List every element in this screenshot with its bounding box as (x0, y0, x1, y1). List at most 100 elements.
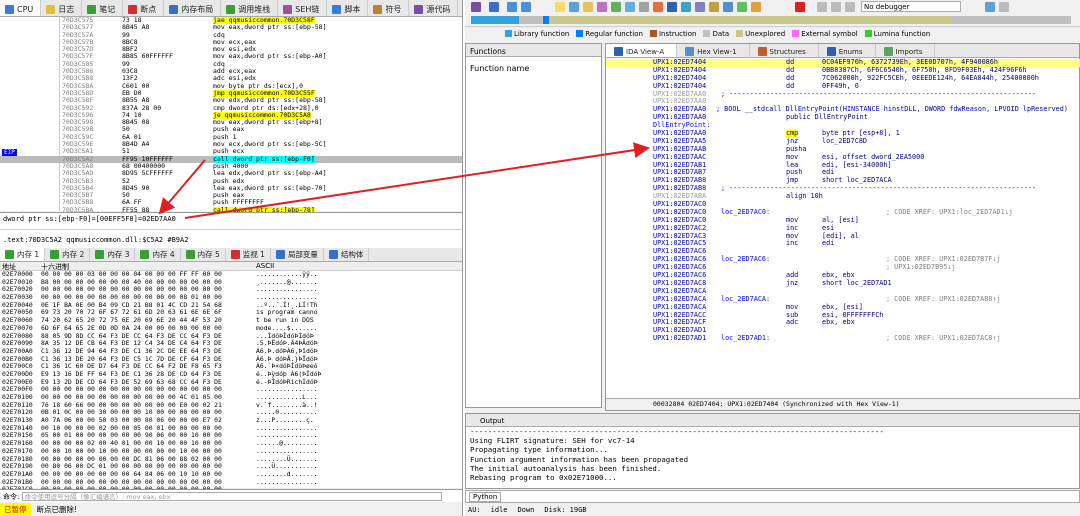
x64dbg-tab-6[interactable]: SEH链 (278, 0, 328, 16)
x64dbg-tab-1[interactable]: 日志 (41, 0, 83, 16)
tab-icon (373, 5, 383, 14)
data-icon[interactable] (569, 2, 579, 12)
ida-tab-1[interactable]: Hex View-1 (677, 44, 750, 57)
tab-label: 调用堆栈 (238, 5, 271, 14)
stack-icon[interactable] (737, 2, 747, 12)
ida-tab-2[interactable]: Structures (750, 44, 819, 57)
disassembly-listing[interactable]: UPX1:02ED7404 dd 0C04EF970h, 6372739Eh, 3E… (606, 58, 1080, 399)
open-icon[interactable] (471, 2, 481, 12)
ida-label[interactable]: loc_2ED7AC6: (721, 255, 770, 264)
dump-tab-1[interactable]: 内存 2 (45, 248, 91, 261)
dump-tab-0[interactable]: 内存 1 (0, 248, 46, 261)
tab-icon (230, 250, 240, 259)
tab-icon (140, 250, 150, 259)
debug-run-icon[interactable] (999, 2, 1009, 12)
graph-icon[interactable] (695, 2, 705, 12)
ida-tab-0[interactable]: IDA View-A (606, 44, 678, 57)
undefine-icon[interactable] (625, 2, 635, 12)
x64dbg-tab-0[interactable]: CPU (0, 0, 42, 16)
back-icon[interactable] (507, 2, 517, 12)
ida-comment: ; UPX1:02ED7B95↓j (886, 263, 956, 272)
cpu-disassembly-view[interactable]: EIP 70D3C575 73 18 jae qqmusiccommon.70D3C… (0, 16, 462, 215)
code-icon[interactable] (555, 2, 565, 12)
name-icon[interactable] (639, 2, 649, 12)
legend-item: Unexplored (736, 30, 785, 38)
tab-icon (169, 5, 179, 14)
status-bar: 已暂停 断点已删除! (0, 503, 462, 516)
string-icon[interactable] (597, 2, 607, 12)
legend-item: External symbol (792, 30, 858, 38)
output-line: Function argument information has been p… (470, 454, 689, 464)
ida-address: UPX1:02ED7AD1 (653, 334, 707, 343)
save-icon[interactable] (489, 2, 499, 12)
legend-item: Library function (505, 30, 569, 38)
python-button[interactable]: Python (469, 492, 502, 502)
dump-tab-3[interactable]: 内存 4 (135, 248, 181, 261)
dump-tab-5[interactable]: 监视 1 (226, 248, 271, 261)
x64dbg-tab-8[interactable]: 符号 (368, 0, 410, 16)
tab-label: IDA View-A (626, 47, 665, 56)
func-icon[interactable] (681, 2, 691, 12)
play-icon[interactable] (817, 2, 827, 12)
dump-tab-bar: 内存 1 内存 2 内存 3 内存 4 内存 5 监视 1 局部变量 结构体 (0, 248, 462, 262)
tab-icon (226, 5, 236, 14)
ida-label[interactable]: loc_2ED7AC0: (721, 208, 770, 217)
stop-icon[interactable] (845, 2, 855, 12)
debug-step-icon[interactable] (985, 2, 995, 12)
struct-icon[interactable] (653, 2, 663, 12)
ida-tab-3[interactable]: Enums (819, 44, 876, 57)
x64dbg-tab-7[interactable]: 脚本 (327, 0, 369, 16)
dump-tab-4[interactable]: 内存 5 (181, 248, 226, 261)
ida-line[interactable]: UPX1:02ED7AD1 loc_2ED7AD1: ; CODE XREF: UP… (606, 334, 1080, 343)
xref-icon[interactable] (709, 2, 719, 12)
patch-icon[interactable] (751, 2, 761, 12)
functions-panel: Functions Function name (465, 43, 602, 408)
tab-icon (328, 250, 338, 259)
dump-tab-7[interactable]: 结构体 (324, 248, 370, 261)
section-line: .text:70D3C5A2 qqmusiccommon.dll:$C5A2 #… (3, 236, 189, 244)
x64dbg-tab-4[interactable]: 内存布局 (164, 0, 222, 16)
text-icon[interactable] (583, 2, 593, 12)
ida-label[interactable]: loc_2ED7AD1: (721, 334, 770, 343)
legend-label: Unexplored (745, 29, 786, 38)
ida-label[interactable]: loc_2ED7ACA: (721, 295, 770, 304)
debugger-select[interactable]: No debugger (861, 1, 961, 12)
x64dbg-tab-5[interactable]: 调用堆栈 (221, 0, 279, 16)
python-bar[interactable]: Python (465, 490, 1080, 503)
x64dbg-tab-3[interactable]: 断点 (123, 0, 165, 16)
tab-label: SEH链 (295, 5, 320, 14)
x64dbg-tab-bar: CPU 日志 笔记 断点 内存布局 调用堆栈 SEH链 脚本 符号 源代码 (0, 0, 462, 17)
command-input[interactable]: 命令使用逗号分隔（像汇编语言）: mov eax, ebx (21, 492, 442, 501)
navigation-band[interactable] (471, 16, 1071, 24)
array-icon[interactable] (611, 2, 621, 12)
legend-bar: Library function Regular function Instruct… (465, 27, 1080, 40)
tab-label: 源代码 (426, 5, 451, 14)
functions-column-header[interactable]: Function name (470, 64, 529, 73)
ida-comment: ; BOOL __stdcall DllEntryPoint(HINSTANCE… (716, 105, 1068, 114)
x64dbg-tab-9[interactable]: 源代码 (409, 0, 459, 16)
legend-swatch (703, 30, 711, 37)
forward-icon[interactable] (521, 2, 531, 12)
output-line: Rebasing program to 0x02E71000... (470, 472, 617, 482)
tab-icon (414, 5, 424, 14)
tab-icon (883, 47, 893, 56)
x64dbg-tab-2[interactable]: 笔记 (82, 0, 124, 16)
tab-label: 内存 1 (17, 250, 40, 259)
memory-dump-view[interactable]: 地址 十六进制 ASCII 02E70000 00 00 00 00 03 00 … (0, 262, 462, 501)
dump-tab-6[interactable]: 局部变量 (271, 248, 324, 261)
tab-label: 内存 4 (152, 250, 175, 259)
enum-icon[interactable] (667, 2, 677, 12)
ida-tab-4[interactable]: Imports (876, 44, 936, 57)
close-icon[interactable] (795, 2, 805, 12)
legend-swatch (864, 30, 872, 37)
hex-icon[interactable] (723, 2, 733, 12)
pause-icon[interactable] (831, 2, 841, 12)
tab-label: Structures (769, 47, 806, 56)
ida-status-item: AU: (468, 506, 481, 514)
legend-label: Lumina function (873, 29, 931, 38)
dump-tab-2[interactable]: 内存 3 (90, 248, 136, 261)
ida-comment: ; --------------------------------------… (721, 89, 1037, 98)
ida-view[interactable]: IDA View-A Hex View-1 Structures Enums Impor… (605, 43, 1080, 411)
status-message: 断点已删除! (36, 505, 78, 514)
tab-icon (5, 250, 14, 259)
